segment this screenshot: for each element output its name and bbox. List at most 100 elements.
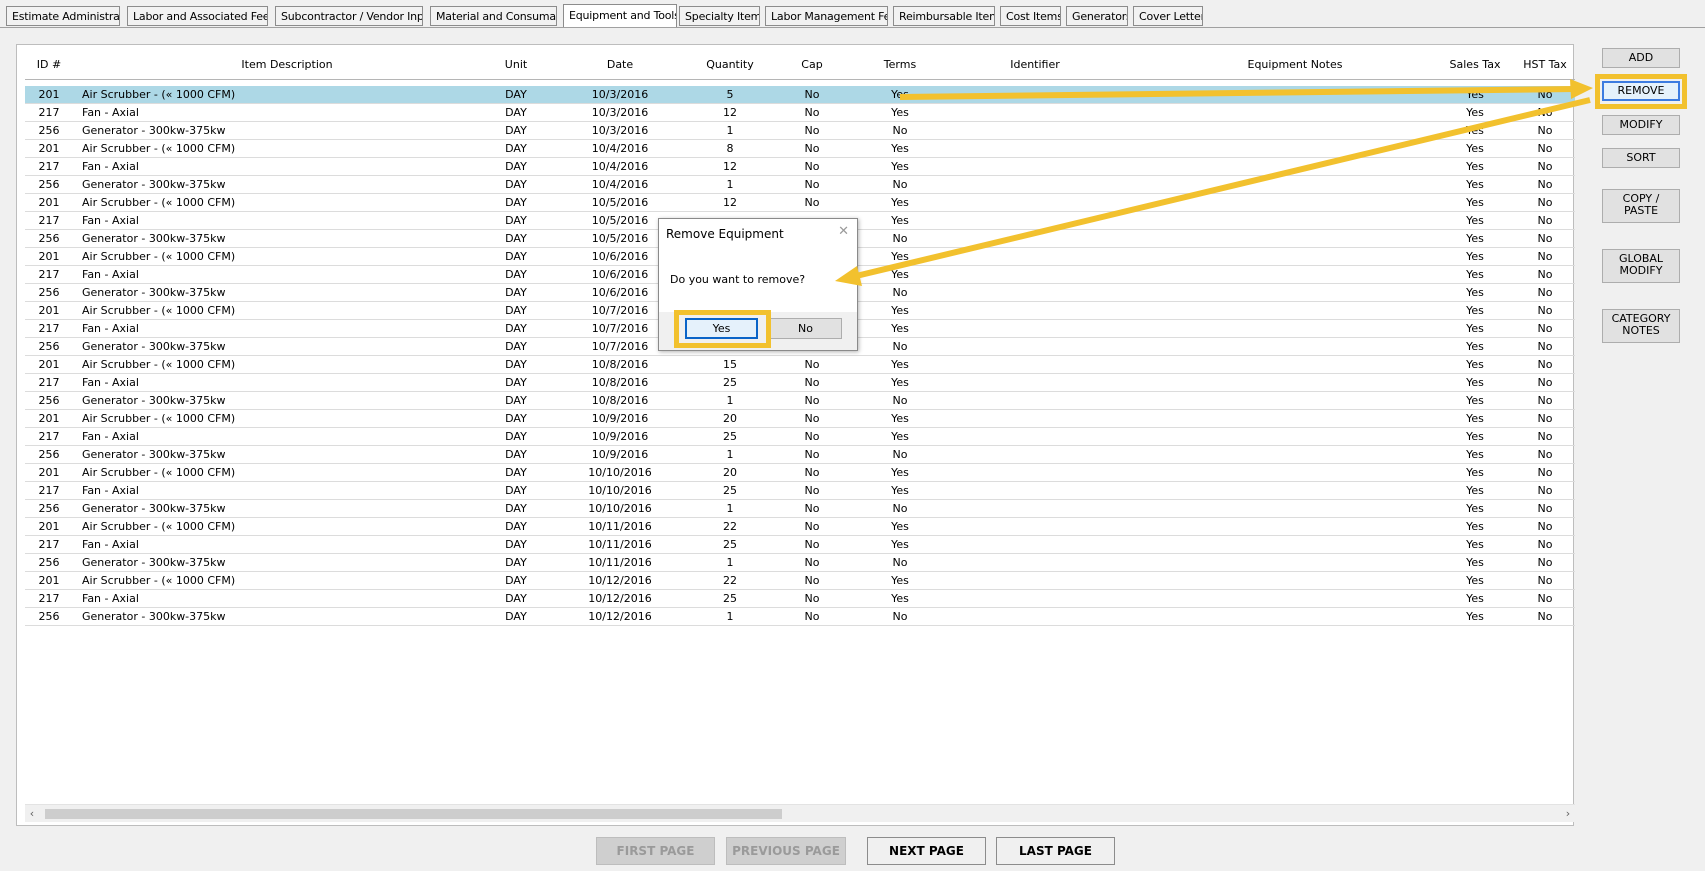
cell-terms: No [892,448,908,461]
dialog-no-button[interactable]: No [769,318,842,339]
cell-unit: DAY [505,502,527,515]
cell-sales-tax: Yes [1466,484,1484,497]
col-header-sales-tax[interactable]: Sales Tax [1435,51,1515,79]
cell-sales-tax: Yes [1466,160,1484,173]
table-row[interactable]: 201 Air Scrubber - (« 1000 CFM) DAY 10/12/2… [25,572,1575,590]
cell-equipment-notes [1145,86,1445,103]
cell-sales-tax: Yes [1466,358,1484,371]
cell-item-description: Air Scrubber - (« 1000 CFM) [82,196,236,209]
cell-equipment-notes [1145,446,1445,463]
tab-generators[interactable]: Generators [1066,6,1128,26]
tab-equipment-and-tools[interactable]: Equipment and Tools [563,4,677,28]
scrollbar-thumb[interactable] [45,809,782,819]
col-header-unit[interactable]: Unit [491,51,541,79]
modify-button[interactable]: MODIFY [1602,115,1680,135]
tab-material-and-consumable[interactable]: Material and Consumable [430,6,557,26]
sort-button[interactable]: SORT [1602,148,1680,168]
next-page-button[interactable]: NEXT PAGE [867,837,986,865]
table-row[interactable]: 256 Generator - 300kw-375kw DAY 10/4/2016 1 N… [25,176,1575,194]
table-row[interactable]: 201 Air Scrubber - (« 1000 CFM) DAY 10/9/20… [25,410,1575,428]
cell-sales-tax: Yes [1466,466,1484,479]
category-notes-button[interactable]: CATEGORY NOTES [1602,309,1680,343]
table-row[interactable]: 256 Generator - 300kw-375kw DAY 10/12/2016 1… [25,608,1575,626]
cell-terms: No [892,178,908,191]
cell-equipment-notes [1145,590,1445,607]
cell-date: 10/4/2016 [591,160,649,173]
cell-unit: DAY [505,304,527,317]
cell-equipment-notes [1145,374,1445,391]
cell-identifier [965,176,1105,193]
cell-item-description: Air Scrubber - (« 1000 CFM) [82,412,236,425]
col-header-quantity[interactable]: Quantity [680,51,780,79]
horizontal-scrollbar[interactable]: ‹ › [25,804,1575,822]
cell-equipment-notes [1145,230,1445,247]
col-header-item-description[interactable]: Item Description [77,51,497,79]
cell-unit: DAY [505,142,527,155]
cell-quantity: 1 [726,556,734,569]
cell-id: 201 [38,196,60,209]
tab-labor-management-fee[interactable]: Labor Management Fee [765,6,888,26]
cell-id: 201 [38,574,60,587]
cell-quantity: 25 [723,376,737,389]
first-page-button[interactable]: FIRST PAGE [596,837,715,865]
table-row[interactable]: 217 Fan - Axial DAY 10/3/2016 12 No Yes Yes No [25,104,1575,122]
tab-labor-and-associated-fees[interactable]: Labor and Associated Fees [127,6,268,26]
cell-sales-tax: Yes [1466,430,1484,443]
table-row[interactable]: 217 Fan - Axial DAY 10/11/2016 25 No Yes Yes No [25,536,1575,554]
tab-estimate-administration[interactable]: Estimate Administration [6,6,120,26]
cell-item-description: Generator - 300kw-375kw [82,340,226,353]
cell-id: 201 [38,466,60,479]
table-row[interactable]: 217 Fan - Axial DAY 10/10/2016 25 No Yes Yes No [25,482,1575,500]
col-header-cap[interactable]: Cap [787,51,837,79]
tab-subcontractor-vendor-input[interactable]: Subcontractor / Vendor Input [275,6,423,26]
table-row[interactable]: 201 Air Scrubber - (« 1000 CFM) DAY 10/4/20… [25,140,1575,158]
table-row[interactable]: 201 Air Scrubber - (« 1000 CFM) DAY 10/10/2… [25,464,1575,482]
cell-hst-tax: No [1537,322,1553,335]
chevron-right-icon[interactable]: › [1561,805,1575,822]
col-header-id[interactable]: ID # [25,51,73,79]
cell-equipment-notes [1145,320,1445,337]
cell-equipment-notes [1145,284,1445,301]
previous-page-button[interactable]: PREVIOUS PAGE [726,837,846,865]
table-row[interactable]: 256 Generator - 300kw-375kw DAY 10/10/2016 1… [25,500,1575,518]
table-row[interactable]: 201 Air Scrubber - (« 1000 CFM) DAY 10/5/20… [25,194,1575,212]
add-button[interactable]: ADD [1602,48,1680,68]
table-row[interactable]: 201 Air Scrubber - (« 1000 CFM) DAY 10/3/20… [25,86,1575,104]
tab-reimbursable-items[interactable]: Reimbursable Items [893,6,995,26]
cell-identifier [965,320,1105,337]
col-header-hst-tax[interactable]: HST Tax [1515,51,1575,79]
cell-item-description: Generator - 300kw-375kw [82,286,226,299]
table-row[interactable]: 217 Fan - Axial DAY 10/4/2016 12 No Yes Yes No [25,158,1575,176]
cell-unit: DAY [505,448,527,461]
col-header-identifier[interactable]: Identifier [965,51,1105,79]
tab-cost-items[interactable]: Cost Items [1000,6,1061,26]
table-row[interactable]: 256 Generator - 300kw-375kw DAY 10/8/2016 1 N… [25,392,1575,410]
cell-identifier [965,230,1105,247]
copy-paste-button[interactable]: COPY / PASTE [1602,189,1680,223]
table-row[interactable]: 256 Generator - 300kw-375kw DAY 10/3/2016 1 N… [25,122,1575,140]
cell-identifier [965,518,1105,535]
table-row[interactable]: 201 Air Scrubber - (« 1000 CFM) DAY 10/8/20… [25,356,1575,374]
table-header: ID # Item Description Unit Date Quantity… [25,51,1575,80]
tab-specialty-items[interactable]: Specialty Items [679,6,760,26]
table-row[interactable]: 217 Fan - Axial DAY 10/8/2016 25 No Yes Yes No [25,374,1575,392]
cell-unit: DAY [505,376,527,389]
cell-id: 256 [38,556,60,569]
cell-quantity: 1 [726,394,734,407]
col-header-date[interactable]: Date [565,51,675,79]
cell-cap: No [804,88,820,101]
cell-identifier [965,338,1105,355]
col-header-equipment-notes[interactable]: Equipment Notes [1145,51,1445,79]
table-row[interactable]: 217 Fan - Axial DAY 10/12/2016 25 No Yes Yes No [25,590,1575,608]
cell-cap: No [804,610,820,623]
col-header-terms[interactable]: Terms [865,51,935,79]
table-row[interactable]: 201 Air Scrubber - (« 1000 CFM) DAY 10/11/2… [25,518,1575,536]
last-page-button[interactable]: LAST PAGE [996,837,1115,865]
chevron-left-icon[interactable]: ‹ [25,805,39,822]
global-modify-button[interactable]: GLOBAL MODIFY [1602,249,1680,283]
table-row[interactable]: 256 Generator - 300kw-375kw DAY 10/11/2016 1… [25,554,1575,572]
table-row[interactable]: 256 Generator - 300kw-375kw DAY 10/9/2016 1 N… [25,446,1575,464]
close-icon[interactable]: ✕ [838,224,849,239]
table-row[interactable]: 217 Fan - Axial DAY 10/9/2016 25 No Yes Yes No [25,428,1575,446]
tab-cover-letter[interactable]: Cover Letter [1133,6,1203,26]
